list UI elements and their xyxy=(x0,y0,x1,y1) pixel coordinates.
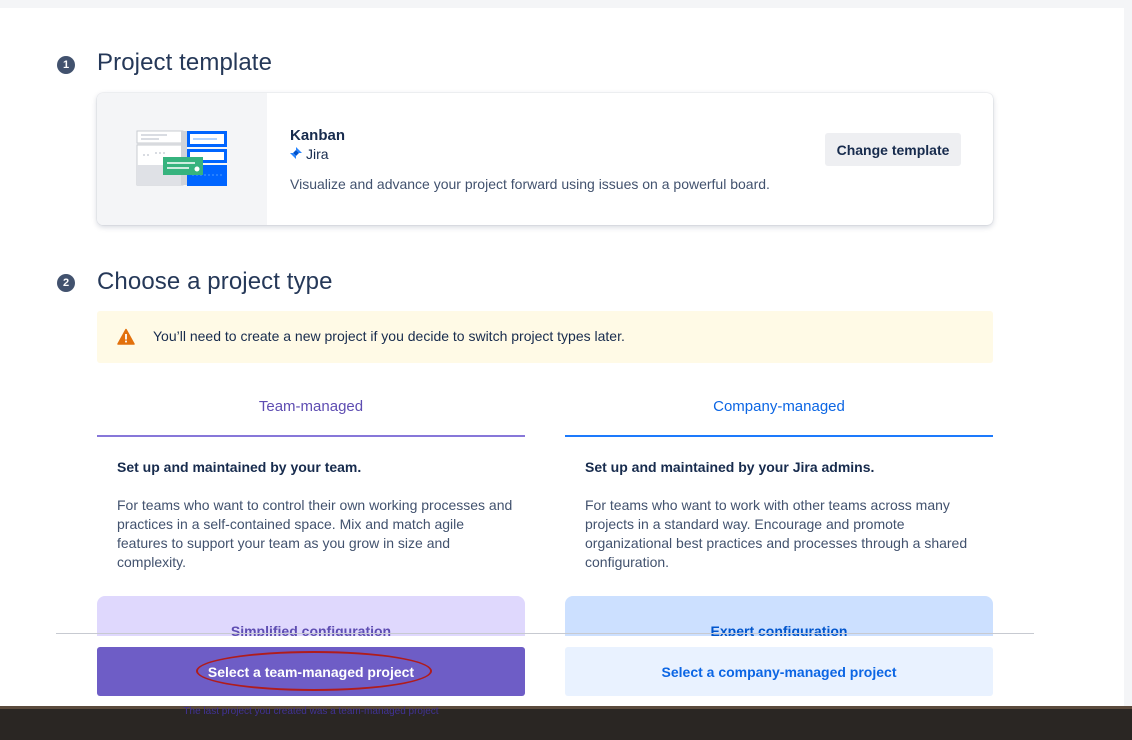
kanban-illustration xyxy=(97,93,267,225)
step-2-title: Choose a project type xyxy=(97,268,333,295)
template-product: Jira xyxy=(290,146,329,162)
annotation-ellipse xyxy=(196,651,432,691)
company-managed-config-label: Expert configuration xyxy=(710,623,848,636)
company-managed-subhead: Set up and maintained by your Jira admin… xyxy=(585,459,875,475)
team-managed-config-box: Simplified configuration xyxy=(97,596,525,636)
template-card: Kanban Jira Visualize and advance your p… xyxy=(97,93,993,225)
team-managed-description: For teams who want to control their own … xyxy=(117,497,513,570)
tab-company-managed[interactable]: Company-managed xyxy=(565,398,993,415)
company-managed-config-box: Expert configuration xyxy=(565,596,993,636)
tab-team-managed[interactable]: Team-managed xyxy=(97,398,525,415)
tab-team-managed-underline xyxy=(97,435,525,437)
window-frame-top xyxy=(0,0,1132,8)
footer-divider xyxy=(56,633,1034,634)
step-2-badge: 2 xyxy=(57,274,75,292)
last-project-note: The last project you created was a team-… xyxy=(183,706,439,717)
warning-banner: You’ll need to create a new project if y… xyxy=(97,311,993,363)
team-managed-subhead: Set up and maintained by your team. xyxy=(117,459,362,475)
select-company-managed-button[interactable]: Select a company-managed project xyxy=(565,647,993,696)
team-managed-config-label: Simplified configuration xyxy=(230,623,392,636)
window-frame-right xyxy=(1124,0,1132,740)
template-description: Visualize and advance your project forwa… xyxy=(290,176,770,192)
warning-text: You’ll need to create a new project if y… xyxy=(153,328,625,344)
step-1-badge: 1 xyxy=(57,56,75,74)
change-template-button[interactable]: Change template xyxy=(825,133,961,166)
tab-company-managed-underline xyxy=(565,435,993,437)
warning-icon xyxy=(117,328,135,346)
template-product-label: Jira xyxy=(306,146,329,162)
step-1-title: Project template xyxy=(97,49,273,76)
jira-logo-icon xyxy=(290,146,302,162)
template-name: Kanban xyxy=(290,127,346,144)
company-managed-description: For teams who want to work with other te… xyxy=(585,497,968,570)
